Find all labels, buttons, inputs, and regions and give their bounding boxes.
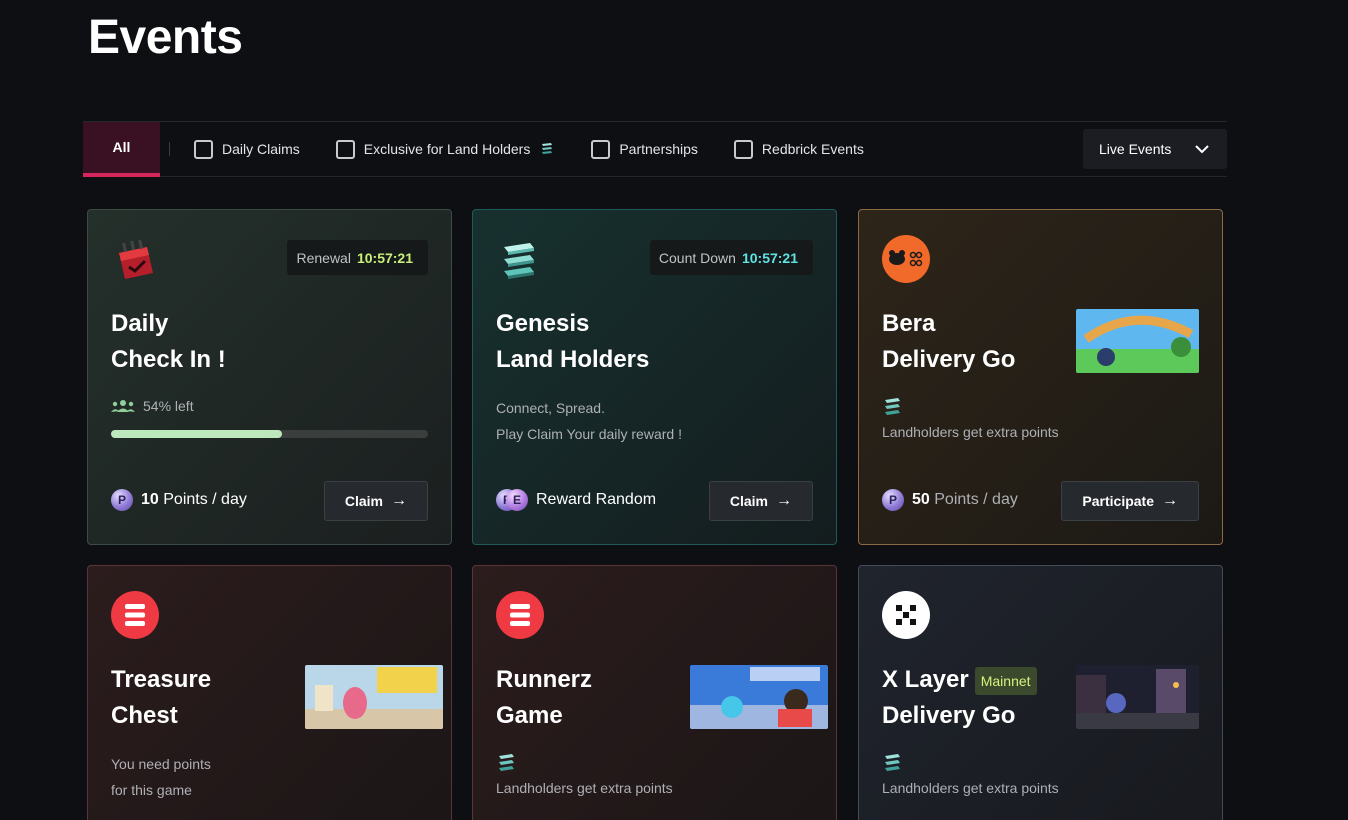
- title-line: Treasure: [111, 666, 212, 693]
- mainnet-badge: Mainnet: [974, 666, 1037, 695]
- redbrick-logo-icon: [111, 591, 159, 639]
- points-unit: Points / day: [929, 491, 1018, 508]
- filter-redbrick-events[interactable]: Redbrick Events: [733, 139, 864, 159]
- land-stack-icon: [885, 398, 900, 415]
- checkbox[interactable]: [194, 139, 213, 159]
- points-coin-icon: P: [111, 489, 133, 511]
- extra-points-text: Landholders get extra points: [882, 780, 1059, 796]
- event-card-genesis-land-holders: Count Down 10:57:21 Genesis Land Holders…: [472, 209, 837, 545]
- live-events-dropdown[interactable]: Live Events: [1083, 129, 1227, 169]
- x-layer-logo-icon: [882, 591, 930, 639]
- filter-bar: All Daily Claims Exclusive for Land Hold…: [83, 121, 1227, 177]
- users-icon: [111, 400, 135, 412]
- card-title: Genesis Land Holders: [496, 306, 649, 378]
- remaining-row: 54% left: [111, 398, 194, 414]
- title-line: Bera: [882, 310, 936, 337]
- title-line: Land Holders: [496, 346, 650, 373]
- dropdown-value: Live Events: [1099, 141, 1172, 157]
- claim-button[interactable]: Claim →: [708, 481, 813, 521]
- title-line: Runnerz: [496, 666, 592, 693]
- land-stack-icon: [885, 754, 900, 771]
- card-title: Bera Delivery Go: [882, 306, 1015, 378]
- desc-line: Connect, Spread.: [496, 400, 605, 416]
- arrow-right-icon: →: [391, 492, 407, 509]
- checkbox[interactable]: [591, 139, 611, 159]
- filter-label: Daily Claims: [222, 141, 300, 157]
- progress-fill: [111, 430, 283, 438]
- checkbox[interactable]: [335, 139, 355, 159]
- countdown-timer: Count Down 10:57:21: [649, 240, 813, 275]
- extra-points-text: Landholders get extra points: [496, 780, 673, 796]
- desc-line: Play Claim Your daily reward !: [496, 426, 682, 442]
- points-unit: Points / day: [158, 491, 247, 508]
- card-description: Connect, Spread. Play Claim Your daily r…: [496, 395, 682, 447]
- page-title: Events: [88, 11, 243, 64]
- game-thumbnail: [690, 665, 828, 729]
- title-line: Check In !: [111, 346, 226, 373]
- pill-label: Count Down: [658, 249, 736, 266]
- pill-time: 10:57:21: [356, 249, 413, 266]
- card-title: Treasure Chest: [111, 662, 211, 734]
- event-card-bera-delivery-go: Bera Delivery Go Landholders get extra p…: [858, 209, 1223, 545]
- game-thumbnail: [1076, 665, 1199, 729]
- event-card-daily-check-in: Renewal 10:57:21 Daily Check In ! 54% le…: [87, 209, 452, 545]
- reward-info: P E Reward Random: [496, 489, 656, 511]
- title-line: X Layer: [882, 666, 969, 693]
- reward-text: Reward Random: [536, 491, 657, 508]
- land-stack-icon: [504, 243, 534, 279]
- title-line: Delivery Go: [882, 702, 1016, 729]
- filter-label: Redbrick Events: [761, 141, 864, 157]
- button-label: Claim: [344, 493, 383, 509]
- reward-coin-icon: E: [506, 489, 528, 511]
- desc-line: You need points: [111, 756, 211, 772]
- game-thumbnail: [305, 665, 443, 729]
- filter-daily-claims[interactable]: Daily Claims: [194, 139, 300, 159]
- redbrick-logo-icon: [496, 591, 544, 639]
- title-line: Delivery Go: [882, 346, 1016, 373]
- participate-button[interactable]: Participate →: [1061, 481, 1199, 521]
- renewal-timer: Renewal 10:57:21: [287, 240, 428, 275]
- points-coin-icon: P: [882, 489, 904, 511]
- button-label: Claim: [729, 493, 768, 509]
- filter-exclusive-land-holders[interactable]: Exclusive for Land Holders: [335, 139, 556, 159]
- pill-time: 10:57:21: [741, 249, 798, 266]
- checkbox[interactable]: [733, 139, 753, 159]
- land-stack-icon: [499, 754, 514, 771]
- event-card-treasure-chest: Treasure Chest You need points for this …: [87, 565, 452, 820]
- filter-label: Partnerships: [619, 141, 698, 157]
- event-card-runnerz-game: Runnerz Game Landholders get extra point…: [472, 565, 837, 820]
- title-line: Game: [496, 702, 563, 729]
- divider: [169, 142, 170, 156]
- points-info: P 10 Points / day: [111, 489, 247, 511]
- land-stack-icon: [542, 143, 553, 154]
- game-thumbnail: [1076, 309, 1199, 373]
- title-line: Daily: [111, 310, 169, 337]
- filter-label: Exclusive for Land Holders: [363, 141, 531, 157]
- event-card-x-layer-delivery-go: X Layer Mainnet Delivery Go Landholders g…: [858, 565, 1223, 820]
- filter-partnerships[interactable]: Partnerships: [591, 139, 698, 159]
- points-value: 10: [141, 491, 159, 508]
- card-title: Runnerz Game: [496, 662, 592, 734]
- card-title: Daily Check In !: [111, 306, 226, 378]
- chevron-down-icon: [1195, 144, 1209, 153]
- bera-logo-icon: [882, 235, 930, 283]
- title-line: Genesis: [496, 310, 590, 337]
- calendar-check-icon: [119, 239, 153, 279]
- card-description: You need points for this game: [111, 751, 211, 803]
- progress-bar: [111, 430, 428, 438]
- points-value: 50: [912, 491, 930, 508]
- arrow-right-icon: →: [1162, 492, 1178, 509]
- points-info: P 50 Points / day: [882, 489, 1018, 511]
- extra-points-text: Landholders get extra points: [882, 424, 1059, 440]
- title-line: Chest: [111, 702, 178, 729]
- desc-line: for this game: [111, 782, 192, 798]
- claim-button[interactable]: Claim →: [323, 481, 428, 521]
- remaining-text: 54% left: [143, 398, 194, 414]
- tab-all[interactable]: All: [83, 121, 160, 177]
- pill-label: Renewal: [296, 249, 351, 266]
- arrow-right-icon: →: [776, 492, 792, 509]
- card-title: X Layer Mainnet Delivery Go: [882, 662, 1037, 734]
- button-label: Participate: [1082, 493, 1154, 509]
